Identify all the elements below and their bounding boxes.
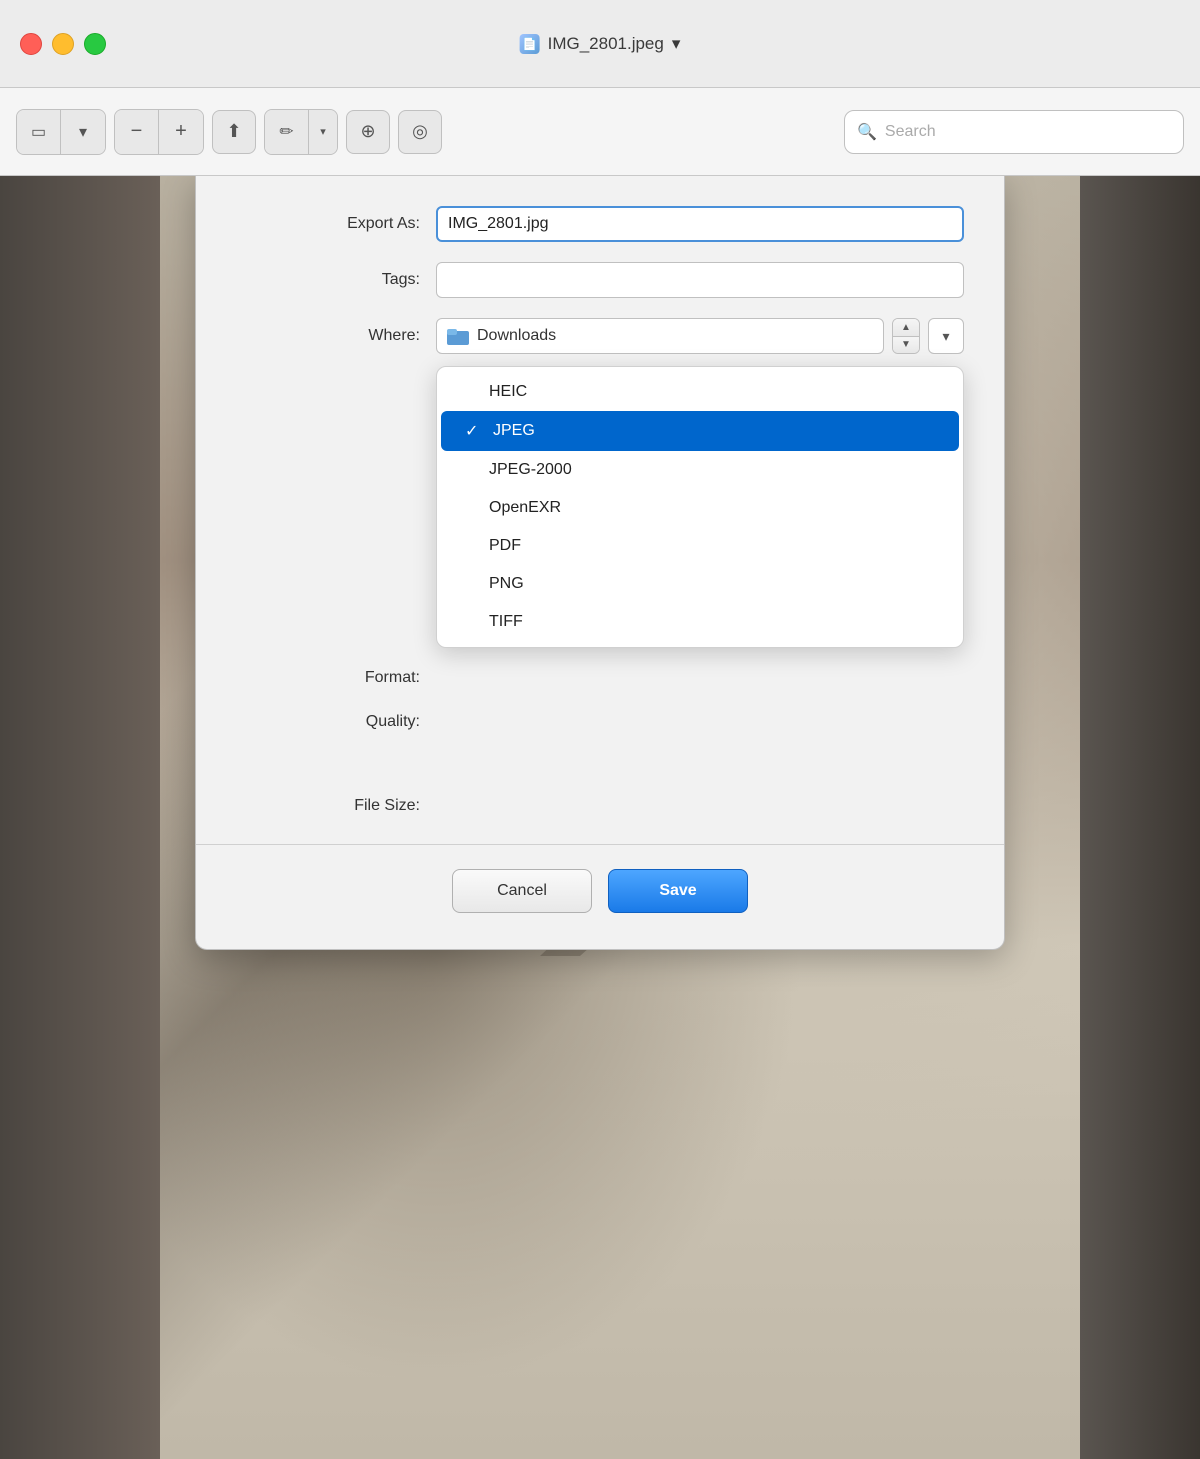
tags-label: Tags:: [236, 271, 436, 289]
annotate-chevron-button[interactable]: ▾: [309, 110, 337, 154]
quality-row: Quality:: [236, 704, 964, 740]
format-row: Format:: [236, 660, 964, 696]
format-option-jpeg2000[interactable]: JPEG-2000: [437, 451, 963, 489]
save-button[interactable]: Save: [608, 869, 748, 913]
format-dropdown-menu: HEIC ✓ JPEG JPEG-2000 OpenEXR PDF: [436, 366, 964, 648]
zoom-out-icon: −: [131, 120, 143, 143]
format-option-heic[interactable]: HEIC: [437, 373, 963, 411]
search-placeholder: Search: [885, 123, 936, 141]
window-title: IMG_2801.jpeg: [548, 34, 664, 54]
where-select-wrapper: Downloads ▲ ▼ ▾: [436, 318, 964, 354]
format-option-tiff[interactable]: TIFF: [437, 603, 963, 641]
annotate-icon: ✏: [279, 122, 293, 142]
format-label-openexr: OpenEXR: [489, 499, 939, 517]
sidebar-chevron-button[interactable]: ▾: [61, 110, 105, 154]
right-strip: [1080, 176, 1200, 1459]
export-dialog: Export As: Tags: Where: Downloads: [195, 176, 1005, 950]
where-label: Where:: [236, 327, 436, 345]
titlebar: 📄 IMG_2801.jpeg ▾: [0, 0, 1200, 88]
format-label-pdf: PDF: [489, 537, 939, 555]
window-title-group: 📄 IMG_2801.jpeg ▾: [520, 34, 681, 54]
chevron-down-icon: ▾: [79, 122, 87, 142]
format-quality-section: Format: Quality: File Size:: [236, 660, 964, 824]
folder-icon: [447, 327, 469, 345]
format-option-png[interactable]: PNG: [437, 565, 963, 603]
export-as-row: Export As:: [236, 206, 964, 242]
search-bar[interactable]: 🔍 Search: [844, 110, 1184, 154]
maximize-button[interactable]: [84, 33, 106, 55]
title-chevron-icon[interactable]: ▾: [672, 34, 681, 54]
traffic-lights: [20, 33, 106, 55]
minimize-button[interactable]: [52, 33, 74, 55]
where-value: Downloads: [477, 327, 556, 345]
zoom-in-button[interactable]: +: [159, 110, 203, 154]
format-label-jpeg2000: JPEG-2000: [489, 461, 939, 479]
stamp-button[interactable]: ⊕: [346, 110, 390, 154]
stepper-down-icon[interactable]: ▼: [893, 337, 919, 354]
check-icon: [461, 383, 477, 401]
format-label-jpeg: JPEG: [493, 422, 935, 440]
markup-icon: ◎: [412, 121, 428, 142]
format-label-png: PNG: [489, 575, 939, 593]
chevron-icon: ▾: [320, 125, 326, 138]
check-icon: [461, 575, 477, 593]
where-expand-button[interactable]: ▾: [928, 318, 964, 354]
format-label-tiff: TIFF: [489, 613, 939, 631]
where-row: Where: Downloads ▲ ▼ ▾: [236, 318, 964, 354]
format-label: Format:: [236, 669, 436, 687]
check-icon-selected: ✓: [465, 421, 481, 441]
main-content: Export As: Tags: Where: Downloads: [0, 176, 1200, 1459]
format-label-heic: HEIC: [489, 383, 939, 401]
cancel-button[interactable]: Cancel: [452, 869, 592, 913]
format-option-pdf[interactable]: PDF: [437, 527, 963, 565]
format-option-jpeg[interactable]: ✓ JPEG: [441, 411, 959, 451]
left-panel: [0, 176, 160, 1459]
stamp-icon: ⊕: [360, 121, 375, 142]
sidebar-toggle-group: ▭ ▾: [16, 109, 106, 155]
format-option-openexr[interactable]: OpenEXR: [437, 489, 963, 527]
share-button[interactable]: ⬆: [212, 110, 256, 154]
file-size-label: File Size:: [236, 797, 436, 815]
dialog-divider: [196, 844, 1004, 845]
stepper-up-icon[interactable]: ▲: [893, 319, 919, 337]
tags-row: Tags:: [236, 262, 964, 298]
where-stepper[interactable]: ▲ ▼: [892, 318, 920, 354]
check-icon: [461, 461, 477, 479]
zoom-out-button[interactable]: −: [115, 110, 159, 154]
tags-input[interactable]: [436, 262, 964, 298]
quality-label: Quality:: [236, 713, 436, 731]
sidebar-toggle-button[interactable]: ▭: [17, 110, 61, 154]
export-as-input[interactable]: [436, 206, 964, 242]
format-dropdown-container: HEIC ✓ JPEG JPEG-2000 OpenEXR PDF: [436, 366, 964, 648]
share-icon: ⬆: [226, 121, 241, 142]
check-icon: [461, 499, 477, 517]
file-icon: 📄: [520, 34, 540, 54]
check-icon: [461, 537, 477, 555]
annotate-button[interactable]: ✏: [265, 110, 309, 154]
toolbar: ▭ ▾ − + ⬆ ✏ ▾ ⊕ ◎ 🔍 Search: [0, 88, 1200, 176]
search-icon: 🔍: [857, 122, 877, 142]
markup-button[interactable]: ◎: [398, 110, 442, 154]
where-dropdown[interactable]: Downloads: [436, 318, 884, 354]
close-button[interactable]: [20, 33, 42, 55]
zoom-in-icon: +: [175, 120, 187, 143]
zoom-group: − +: [114, 109, 204, 155]
chevron-down-icon: ▾: [942, 328, 949, 345]
dialog-actions: Cancel Save: [236, 869, 964, 913]
check-icon: [461, 613, 477, 631]
file-size-row: File Size:: [236, 788, 964, 824]
export-as-label: Export As:: [236, 215, 436, 233]
sidebar-icon: ▭: [31, 122, 46, 142]
